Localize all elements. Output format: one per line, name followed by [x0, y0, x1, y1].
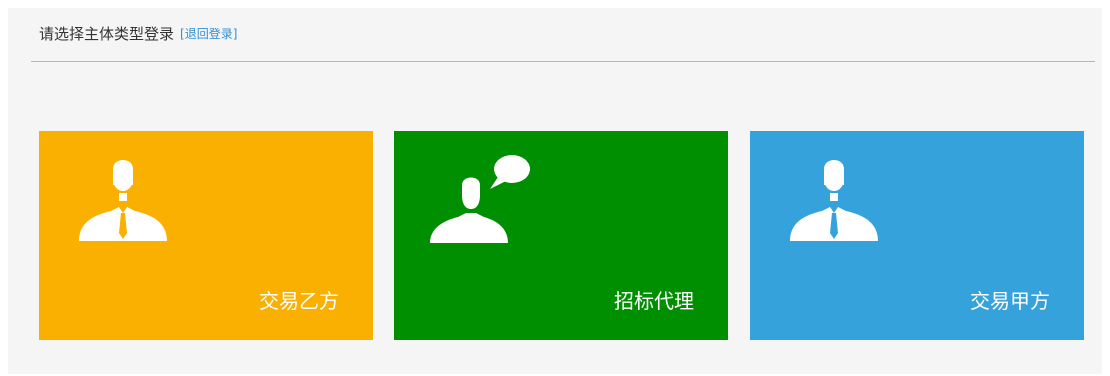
- person-tie-icon: [790, 160, 878, 241]
- tile-label: 招标代理: [614, 289, 694, 313]
- tile-label: 交易甲方: [970, 289, 1050, 313]
- person-speech-icon: [430, 155, 530, 243]
- tile-party-a[interactable]: 交易甲方: [750, 131, 1084, 340]
- page-title: 请选择主体类型登录: [39, 24, 175, 43]
- tile-bidding-agent[interactable]: 招标代理: [394, 131, 728, 340]
- person-tie-icon: [79, 160, 167, 241]
- login-type-panel: 请选择主体类型登录 [退回登录] 交易乙方 招标代理 交易甲方: [8, 8, 1102, 374]
- back-to-login-link[interactable]: [退回登录]: [180, 25, 237, 42]
- header-divider: [31, 61, 1095, 62]
- tile-party-b[interactable]: 交易乙方: [39, 131, 373, 340]
- panel-header: 请选择主体类型登录 [退回登录]: [39, 22, 237, 44]
- tile-label: 交易乙方: [259, 289, 339, 313]
